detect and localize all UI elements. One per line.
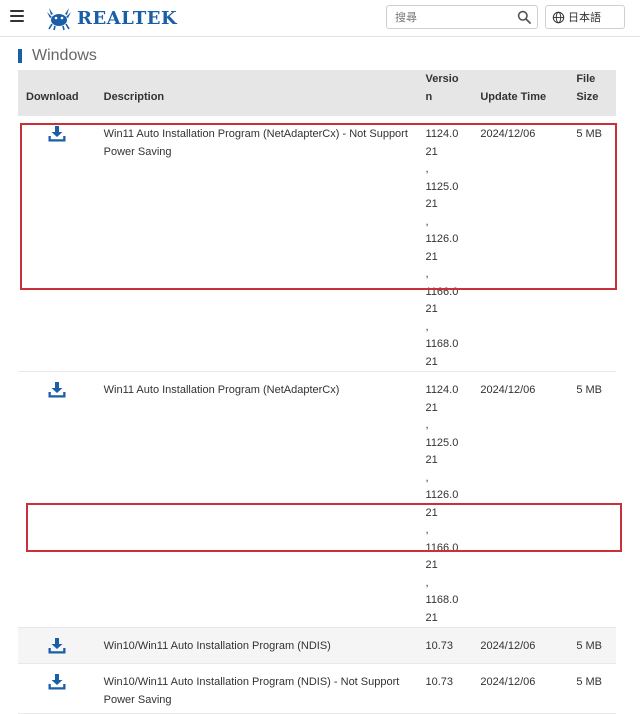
update-time-cell: 2024/12/06 xyxy=(472,627,569,664)
download-icon[interactable] xyxy=(48,126,66,142)
search-input[interactable] xyxy=(387,6,517,28)
download-cell xyxy=(18,627,96,664)
version-separator: , xyxy=(425,268,429,280)
language-selector[interactable]: 日本語 xyxy=(545,5,625,29)
update-time-cell: 2024/12/06 xyxy=(480,676,536,688)
version-value: 1125.021 xyxy=(425,180,459,211)
table-header-row: Download Description Version Update Time… xyxy=(18,70,616,116)
logo-text: REALTEK xyxy=(77,7,178,29)
realtek-crab-logo xyxy=(47,8,71,31)
version-separator: , xyxy=(425,524,429,536)
table-row: Win10/Win11 Auto Installation Program (N… xyxy=(18,664,616,714)
version-value: 1124.021 xyxy=(425,384,459,414)
search-icon[interactable] xyxy=(517,10,531,24)
version-value: 10.73 xyxy=(425,676,454,688)
column-header-update-time: Update Time xyxy=(472,70,569,116)
table-row: Win11 Auto Installation Program (NetAdap… xyxy=(18,372,616,628)
description-cell: Win10/Win11 Auto Installation Program (N… xyxy=(103,676,400,706)
file-size-cell: 5 MB xyxy=(576,676,603,688)
file-size-cell: 5 MB xyxy=(576,384,603,396)
version-value: 1126.021 xyxy=(425,489,459,519)
description-cell: Win11 Auto Installation Program (NetAdap… xyxy=(103,384,340,396)
version-separator: , xyxy=(425,215,429,228)
top-bar: REALTEK 日本語 xyxy=(0,0,640,37)
version-value: 1124.021 xyxy=(425,128,459,158)
column-header-version: Version xyxy=(417,70,473,116)
globe-icon xyxy=(552,11,565,23)
description-cell: Win10/Win11 Auto Installation Program (N… xyxy=(95,627,418,664)
version-value: 1168.021 xyxy=(425,338,459,368)
version-cell: 10.73 xyxy=(417,627,473,664)
download-icon[interactable] xyxy=(48,674,66,690)
version-value: 1125.021 xyxy=(425,436,459,467)
version-value: 1166.021 xyxy=(425,285,459,316)
downloads-table: Download Description Version Update Time… xyxy=(18,70,616,714)
version-cell: 10.73 xyxy=(418,664,473,714)
file-size-cell: 5 MB xyxy=(568,627,616,664)
version-cell: 1124.021, 1125.021, 1126.021, 1166.021, 1168… xyxy=(418,372,473,628)
version-value: 1166.021 xyxy=(425,541,459,572)
section-accent-bar xyxy=(18,49,22,63)
version-separator: , xyxy=(425,576,429,589)
version-separator: , xyxy=(425,320,429,333)
section-title-text: Windows xyxy=(32,47,97,64)
version-value: 1168.021 xyxy=(425,594,459,624)
table-row: Win11 Auto Installation Program (NetAdap… xyxy=(18,116,616,372)
description-cell: Win11 Auto Installation Program (NetAdap… xyxy=(103,128,408,158)
version-value: 1126.021 xyxy=(425,233,459,263)
download-cell xyxy=(18,372,96,628)
version-separator: , xyxy=(425,471,429,484)
version-separator: , xyxy=(425,163,429,175)
download-icon[interactable] xyxy=(48,382,66,398)
download-cell xyxy=(18,116,96,372)
version-value: 10.73 xyxy=(425,640,454,652)
update-time-cell: 2024/12/06 xyxy=(480,384,536,396)
language-label: 日本語 xyxy=(568,11,601,24)
realtek-logo[interactable]: REALTEK xyxy=(44,4,177,32)
column-header-download: Download xyxy=(18,70,96,116)
version-cell: 1124.021, 1125.021, 1126.021, 1166.021, 1168… xyxy=(418,116,473,372)
file-size-cell: 5 MB xyxy=(576,128,603,140)
hamburger-menu-icon[interactable] xyxy=(10,10,24,22)
download-cell xyxy=(18,664,96,714)
version-separator: , xyxy=(425,419,429,431)
column-header-file-size: File Size xyxy=(568,70,616,116)
table-row: Win10/Win11 Auto Installation Program (N… xyxy=(18,627,616,664)
section-title: Windows xyxy=(18,46,97,66)
search-box xyxy=(386,5,538,29)
download-icon[interactable] xyxy=(48,638,66,654)
update-time-cell: 2024/12/06 xyxy=(480,128,536,140)
column-header-description: Description xyxy=(95,70,418,116)
